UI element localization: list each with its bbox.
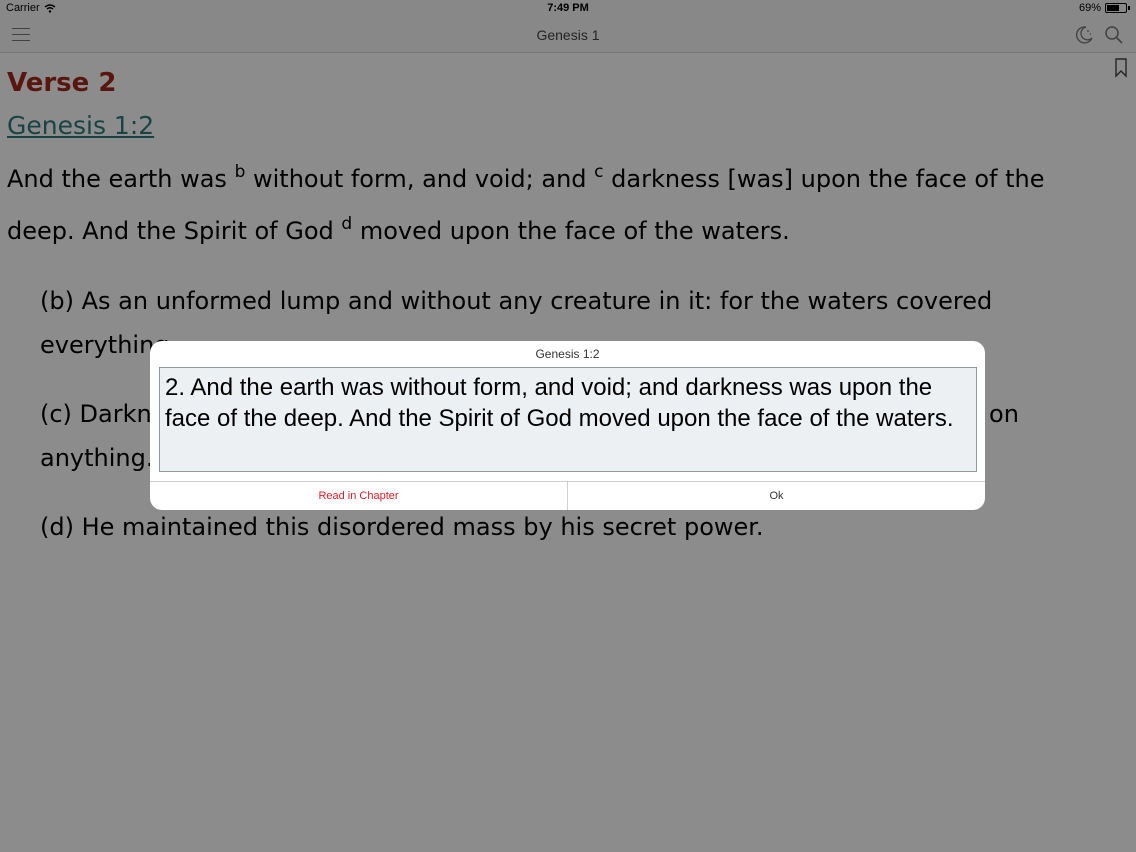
verse-dialog: Genesis 1:2 2. And the earth was without… <box>150 341 985 510</box>
dialog-title: Genesis 1:2 <box>535 347 600 361</box>
dialog-buttons: Read in Chapter Ok <box>150 481 985 510</box>
dialog-verse-text: 2. And the earth was without form, and v… <box>159 367 977 472</box>
ok-button[interactable]: Ok <box>568 482 985 510</box>
read-in-chapter-button[interactable]: Read in Chapter <box>150 482 568 510</box>
